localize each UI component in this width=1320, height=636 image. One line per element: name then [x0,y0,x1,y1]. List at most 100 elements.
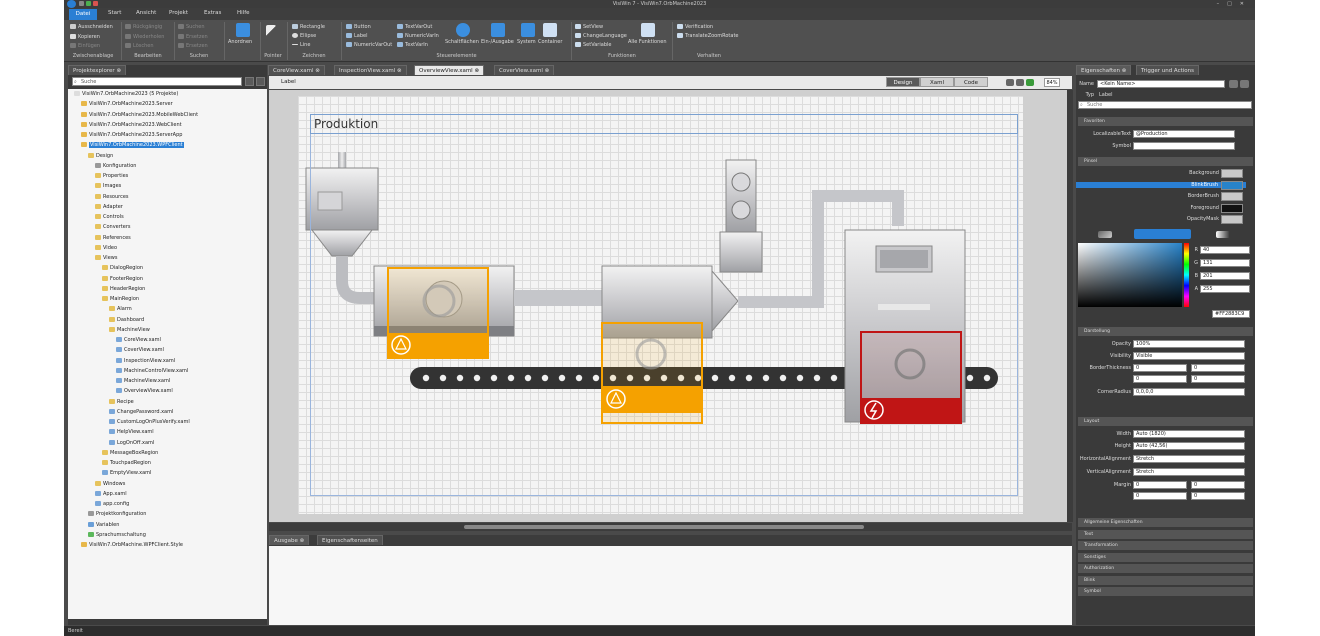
tree-item[interactable]: App.xaml [95,489,127,499]
container-label[interactable]: Container [538,39,562,45]
symbol-select[interactable] [1133,142,1235,150]
switches-label[interactable]: Schaltflächen [445,39,479,45]
vertical-scrollbar[interactable] [1067,90,1073,522]
margin-top-input[interactable]: 0 [1191,481,1245,489]
button-control-button[interactable]: Button [346,24,371,30]
redo-button[interactable]: Wiederholen [125,34,164,40]
tree-item[interactable]: DialogRegion [102,263,143,273]
gradient-brush-icon[interactable] [1216,231,1230,238]
section-collapsed[interactable]: Allgemeine Eigenschaften [1078,518,1253,527]
tree-item[interactable]: Resources [95,192,129,202]
horizontal-scrollbar-thumb[interactable] [464,525,864,529]
tree-item[interactable]: VisiWin7.OrbMachine2023.Server [81,99,173,109]
tree-item[interactable]: EmptyView.xaml [102,468,151,478]
zoom-select[interactable]: 84% [1044,78,1060,87]
line-button[interactable]: Line [292,42,310,48]
design-canvas[interactable]: Produktion [298,96,1023,514]
menu-extras[interactable]: Extras [204,10,221,16]
properties-search-input[interactable]: ⌕ Suche [1078,101,1252,109]
tree-item[interactable]: VisiWin7.OrbMachine2023.ServerApp [81,130,182,140]
brush-swatch[interactable] [1221,169,1243,178]
section-appearance[interactable]: Darstellung [1078,327,1253,336]
layout-icon[interactable] [1006,79,1014,86]
valign-select[interactable]: Stretch [1133,468,1245,476]
tree-item[interactable]: app.config [95,499,129,509]
brush-swatch[interactable] [1221,203,1243,213]
document-tab[interactable]: OverviewView.xaml ⊗ [414,65,485,75]
run-icon[interactable] [86,1,91,6]
brush-swatch[interactable] [1221,192,1243,201]
tree-item[interactable]: References [95,233,131,243]
find-button[interactable]: Suchen [178,24,205,30]
undo-button[interactable]: Rückgängig [125,24,162,30]
tab-property-pages[interactable]: Eigenschaftenseiten [317,535,383,545]
tree-item[interactable]: MachineView.xaml [116,376,170,386]
document-tab[interactable]: CoverView.xaml ⊗ [494,65,555,75]
solid-brush-tab[interactable] [1134,229,1191,239]
tab-properties[interactable]: Eigenschaften ⊗ [1076,65,1132,75]
translatezoomrotate-button[interactable]: TranslateZoomRotate [677,33,739,39]
tree-item[interactable]: Adapter [95,202,123,212]
tree-item[interactable]: Sprachumschaltung [88,530,146,540]
mode-code-button[interactable]: Code [954,77,988,87]
brush-item[interactable]: BorderBrush [1078,193,1219,199]
visibility-select[interactable]: Visible [1133,352,1245,360]
tree-item[interactable]: Video [95,243,117,253]
section-brush[interactable]: Pinsel [1078,157,1253,166]
refresh-icon[interactable] [256,77,265,86]
localizabletext-input[interactable]: @Production [1133,130,1235,138]
horizontal-scrollbar[interactable] [269,523,1072,531]
mode-design-button[interactable]: Design [886,77,920,87]
margin-bottom-input[interactable]: 0 [1191,492,1245,500]
tree-item[interactable]: Projektkonfiguration [88,509,146,519]
collapse-all-icon[interactable] [245,77,254,86]
tree-item[interactable]: Converters [95,222,131,232]
border-left-input[interactable]: 0 [1133,364,1187,372]
a-input[interactable]: 255 [1200,285,1250,293]
tree-item[interactable]: Alarm [109,304,132,314]
tree-item[interactable]: Variablen [88,520,119,530]
close-icon[interactable]: ⊗ [473,68,479,74]
replace-button[interactable]: Ersetzen [178,34,208,40]
tree-item[interactable]: HelpView.xaml [109,427,154,437]
all-functions-icon[interactable] [641,23,655,37]
textvarin-button[interactable]: TextVarIn [397,42,428,48]
label-control-button[interactable]: Label [346,33,368,39]
tree-item[interactable]: LogOnOff.xaml [109,438,154,448]
g-input[interactable]: 131 [1200,259,1250,267]
menu-start[interactable]: Start [108,10,121,16]
setview-button[interactable]: SetView [575,24,603,30]
ellipse-button[interactable]: Ellipse [292,33,316,39]
properties-icon[interactable] [1229,80,1238,88]
tab-project-explorer[interactable]: Projektexplorer ⊗ [68,65,127,75]
tree-item[interactable]: Images [95,181,121,191]
container-icon[interactable] [543,23,557,37]
tree-item[interactable]: MainRegion [102,294,139,304]
section-collapsed[interactable]: Symbol [1078,587,1253,596]
tree-item[interactable]: VisiWin7.OrbMachine.WPFClient.Style [81,540,183,550]
tree-item[interactable]: FooterRegion [102,274,143,284]
events-icon[interactable] [1240,80,1249,88]
textvarout-button[interactable]: TextVarOut [397,24,432,30]
close-icon[interactable]: ⊗ [543,68,550,74]
section-collapsed[interactable]: Authorization [1078,564,1253,573]
margin-left-input[interactable]: 0 [1133,481,1187,489]
tree-item[interactable]: TouchpadRegion [102,458,151,468]
border-bottom-input[interactable]: 0 [1191,375,1245,383]
system-label[interactable]: System [517,39,536,45]
tree-item[interactable]: Windows [95,479,125,489]
mode-xaml-button[interactable]: Xaml [920,77,954,87]
tree-item[interactable]: Controls [95,212,124,222]
menu-project[interactable]: Projekt [169,10,188,16]
close-icon[interactable]: ⊗ [314,68,320,74]
opacity-input[interactable]: 100% [1133,340,1245,348]
brush-swatch[interactable] [1221,215,1243,224]
tab-output[interactable]: Ausgabe ⊗ [269,535,310,545]
tree-item[interactable]: Recipe [109,397,134,407]
menu-file[interactable]: Datei [69,9,97,20]
window-controls[interactable]: –□✕ [1217,0,1252,8]
brush-item[interactable]: Foreground [1078,205,1219,211]
document-tab[interactable]: InspectionView.xaml ⊗ [334,65,407,75]
section-collapsed[interactable]: Transformation [1078,541,1253,550]
production-title[interactable]: Produktion [314,117,378,131]
